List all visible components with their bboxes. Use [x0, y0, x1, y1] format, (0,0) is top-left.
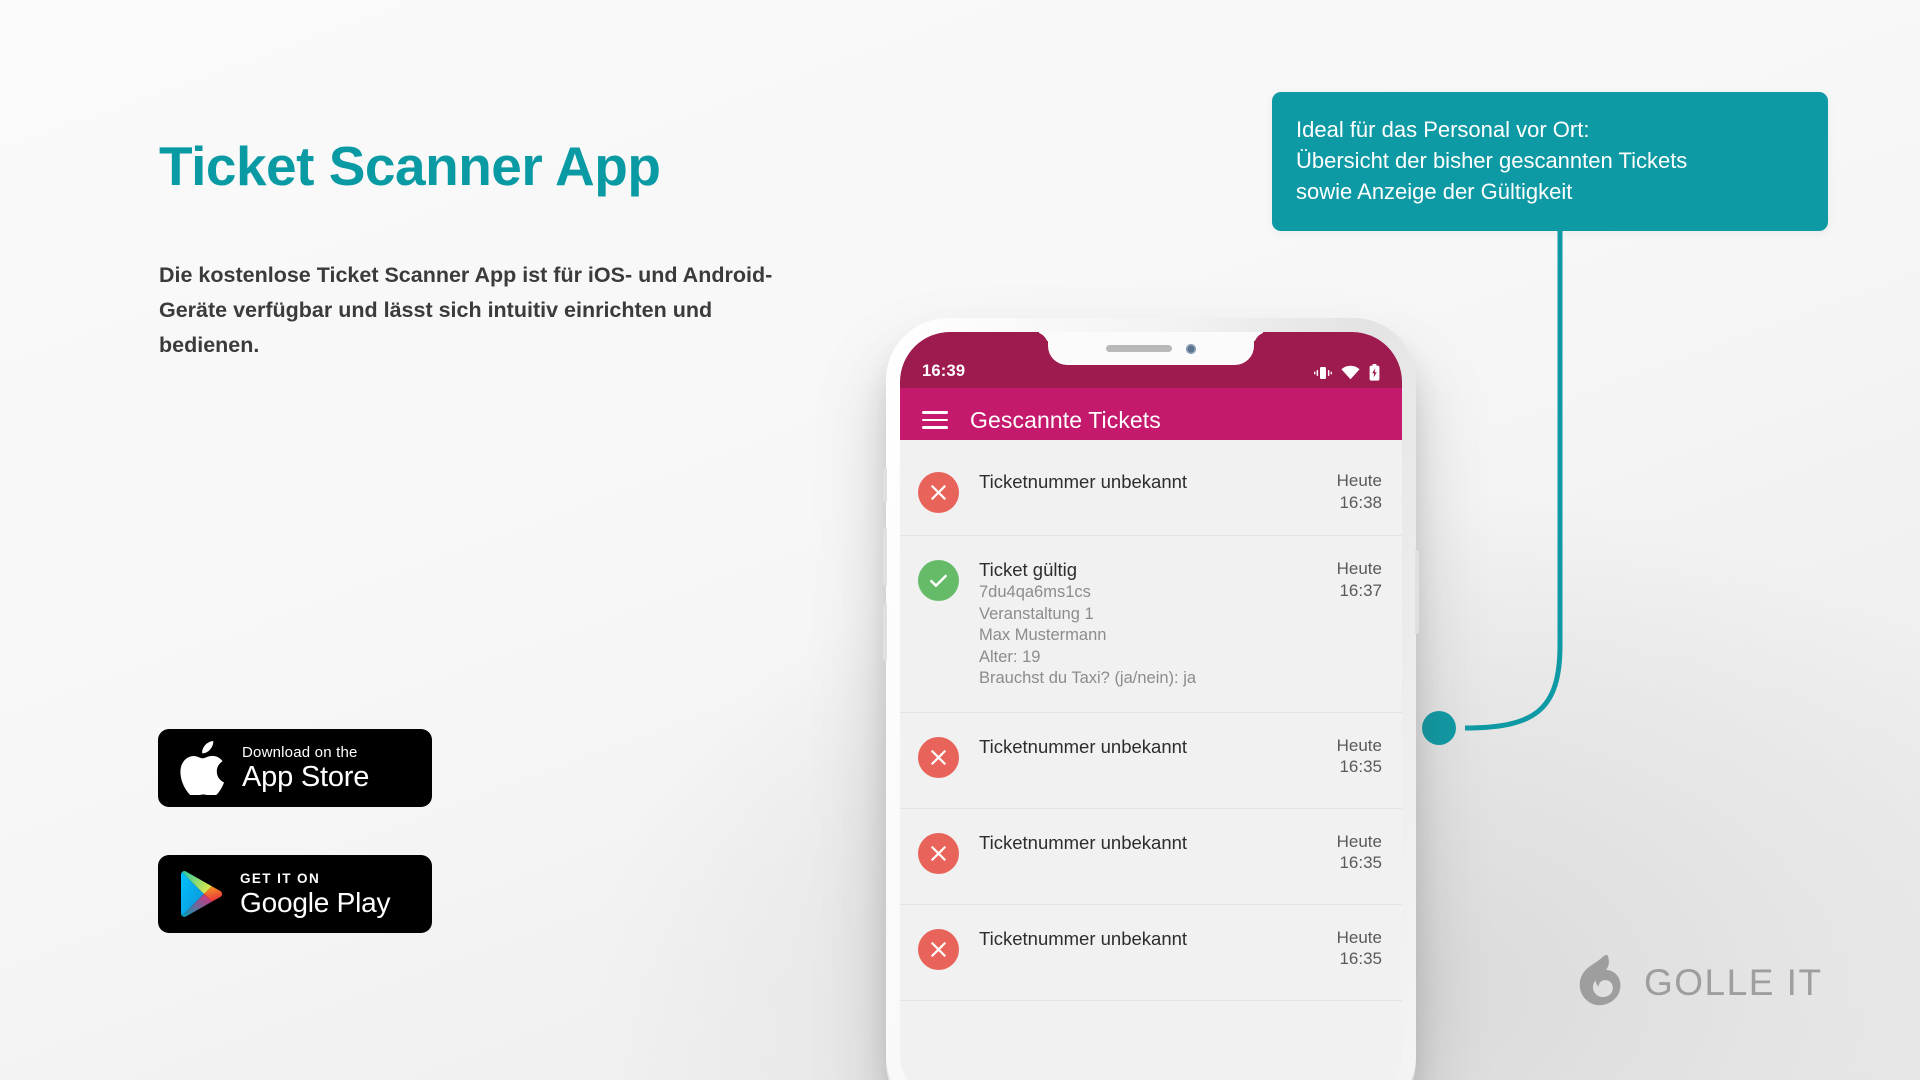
ticket-day: Heute	[1336, 831, 1382, 851]
ticket-time-value: 16:38	[1339, 492, 1382, 512]
ticket-day: Heute	[1336, 471, 1382, 490]
ticket-title: Ticketnummer unbekannt	[979, 471, 1188, 492]
callout-line-2: Übersicht der bisher gescannten Tickets	[1296, 148, 1688, 173]
golle-it-flame-g-icon	[1579, 954, 1621, 1006]
brand-name: GOLLE IT	[1644, 962, 1823, 1003]
ticket-timestamp: Heute 16:35	[1327, 927, 1382, 970]
ticket-row[interactable]: Ticketnummer unbekannt Heute 16:38	[900, 440, 1402, 536]
earpiece-speaker-icon	[1106, 345, 1172, 352]
phone-notch	[1048, 332, 1254, 365]
app-bar-title: Gescannte Tickets	[970, 406, 1161, 433]
phone-power-button	[1415, 550, 1419, 634]
intro-paragraph: Die kostenlose Ticket Scanner App ist fü…	[159, 263, 773, 357]
cross-circle-icon	[918, 736, 959, 778]
page-title: Ticket Scanner App	[159, 135, 661, 197]
ticket-content: Ticketnummer unbekannt	[979, 831, 1327, 855]
ticket-row[interactable]: Ticketnummer unbekannt Heute 16:35	[900, 712, 1402, 809]
phone-volume-down-button	[883, 603, 887, 661]
ticket-content: Ticket gültig 7du4qa6ms1cs Veranstaltung 1…	[979, 558, 1327, 690]
phone-frame: 16:39 Gescannte Tickets Ticketnummer unb…	[883, 318, 1419, 1080]
google-play-badge-text: GET IT ON Google Play	[240, 870, 391, 919]
ticket-timestamp: Heute 16:37	[1327, 558, 1382, 601]
ticket-row[interactable]: Ticketnummer unbekannt Heute 16:35	[900, 808, 1402, 905]
ticket-content: Ticketnummer unbekannt	[979, 927, 1327, 951]
phone-mockup: 16:39 Gescannte Tickets Ticketnummer unb…	[883, 318, 1419, 1080]
phone-mute-switch	[883, 468, 887, 502]
ticket-content: Ticketnummer unbekannt	[979, 735, 1327, 759]
ticket-title: Ticket gültig	[979, 559, 1078, 580]
cross-circle-icon	[918, 472, 959, 513]
callout-connector-line	[1422, 205, 1563, 745]
phone-screen: 16:39 Gescannte Tickets Ticketnummer unb…	[900, 332, 1402, 1080]
hamburger-menu-icon[interactable]	[922, 411, 948, 429]
ticket-timestamp: Heute 16:38	[1327, 470, 1382, 513]
ticket-row[interactable]: Ticketnummer unbekannt Heute 16:35	[900, 904, 1402, 1001]
ticket-detail-line: Veranstaltung 1	[979, 604, 1094, 623]
status-bar: 16:39	[900, 332, 1402, 388]
battery-charging-icon	[1369, 364, 1380, 381]
ticket-title: Ticketnummer unbekannt	[979, 831, 1188, 853]
callout-line-1: Ideal für das Personal vor Ort:	[1296, 117, 1590, 142]
phone-volume-up-button	[883, 528, 887, 586]
scanned-tickets-list[interactable]: Ticketnummer unbekannt Heute 16:38 Ticket g…	[900, 440, 1402, 1001]
google-play-icon	[181, 871, 223, 917]
front-camera-icon	[1186, 343, 1196, 354]
ticket-time-value: 16:35	[1339, 949, 1382, 968]
ticket-timestamp: Heute 16:35	[1327, 735, 1382, 778]
ticket-day: Heute	[1336, 559, 1382, 578]
vibrate-icon	[1314, 366, 1332, 379]
app-store-badge-small: Download on the	[242, 743, 358, 761]
callout-box: Ideal für das Personal vor Ort: Übersich…	[1272, 92, 1828, 231]
slide-canvas: Ticket Scanner App Die kostenlose Ticket…	[0, 0, 1920, 1080]
status-bar-icons	[1314, 364, 1380, 381]
brand-logo: GOLLE IT	[1576, 954, 1823, 1012]
app-store-badge-text: Download on the App Store	[242, 744, 369, 793]
ticket-content: Ticketnummer unbekannt	[979, 470, 1327, 494]
ticket-time-value: 16:35	[1339, 853, 1382, 872]
app-store-badge-big: App Store	[242, 760, 370, 793]
ticket-detail-line: Brauchst du Taxi? (ja/nein): ja	[979, 669, 1197, 687]
ticket-detail-line: Max Mustermann	[979, 626, 1107, 644]
ticket-detail-line: 7du4qa6ms1cs	[979, 583, 1091, 601]
ticket-day: Heute	[1336, 735, 1382, 755]
app-store-badge[interactable]: Download on the App Store	[158, 729, 432, 807]
ticket-time-value: 16:35	[1339, 757, 1382, 776]
cross-circle-icon	[918, 832, 959, 874]
google-play-badge-small: GET IT ON	[240, 870, 321, 886]
status-bar-time: 16:39	[922, 362, 966, 380]
ticket-row[interactable]: Ticket gültig 7du4qa6ms1cs Veranstaltung 1…	[900, 536, 1402, 713]
cross-circle-icon	[918, 928, 959, 970]
connector-endpoint-dot	[1422, 711, 1456, 745]
ticket-time-value: 16:37	[1339, 580, 1382, 600]
apple-icon	[180, 741, 224, 795]
ticket-title: Ticketnummer unbekannt	[979, 927, 1188, 949]
wifi-icon	[1341, 365, 1360, 380]
ticket-title: Ticketnummer unbekannt	[979, 735, 1188, 757]
google-play-badge-big: Google Play	[240, 886, 391, 918]
ticket-detail-line: Alter: 19	[979, 647, 1041, 666]
ticket-timestamp: Heute 16:35	[1327, 831, 1382, 874]
ticket-day: Heute	[1336, 927, 1382, 947]
callout-line-3: sowie Anzeige der Gültigkeit	[1296, 179, 1573, 204]
check-circle-icon	[918, 560, 959, 601]
google-play-badge[interactable]: GET IT ON Google Play	[158, 855, 432, 933]
